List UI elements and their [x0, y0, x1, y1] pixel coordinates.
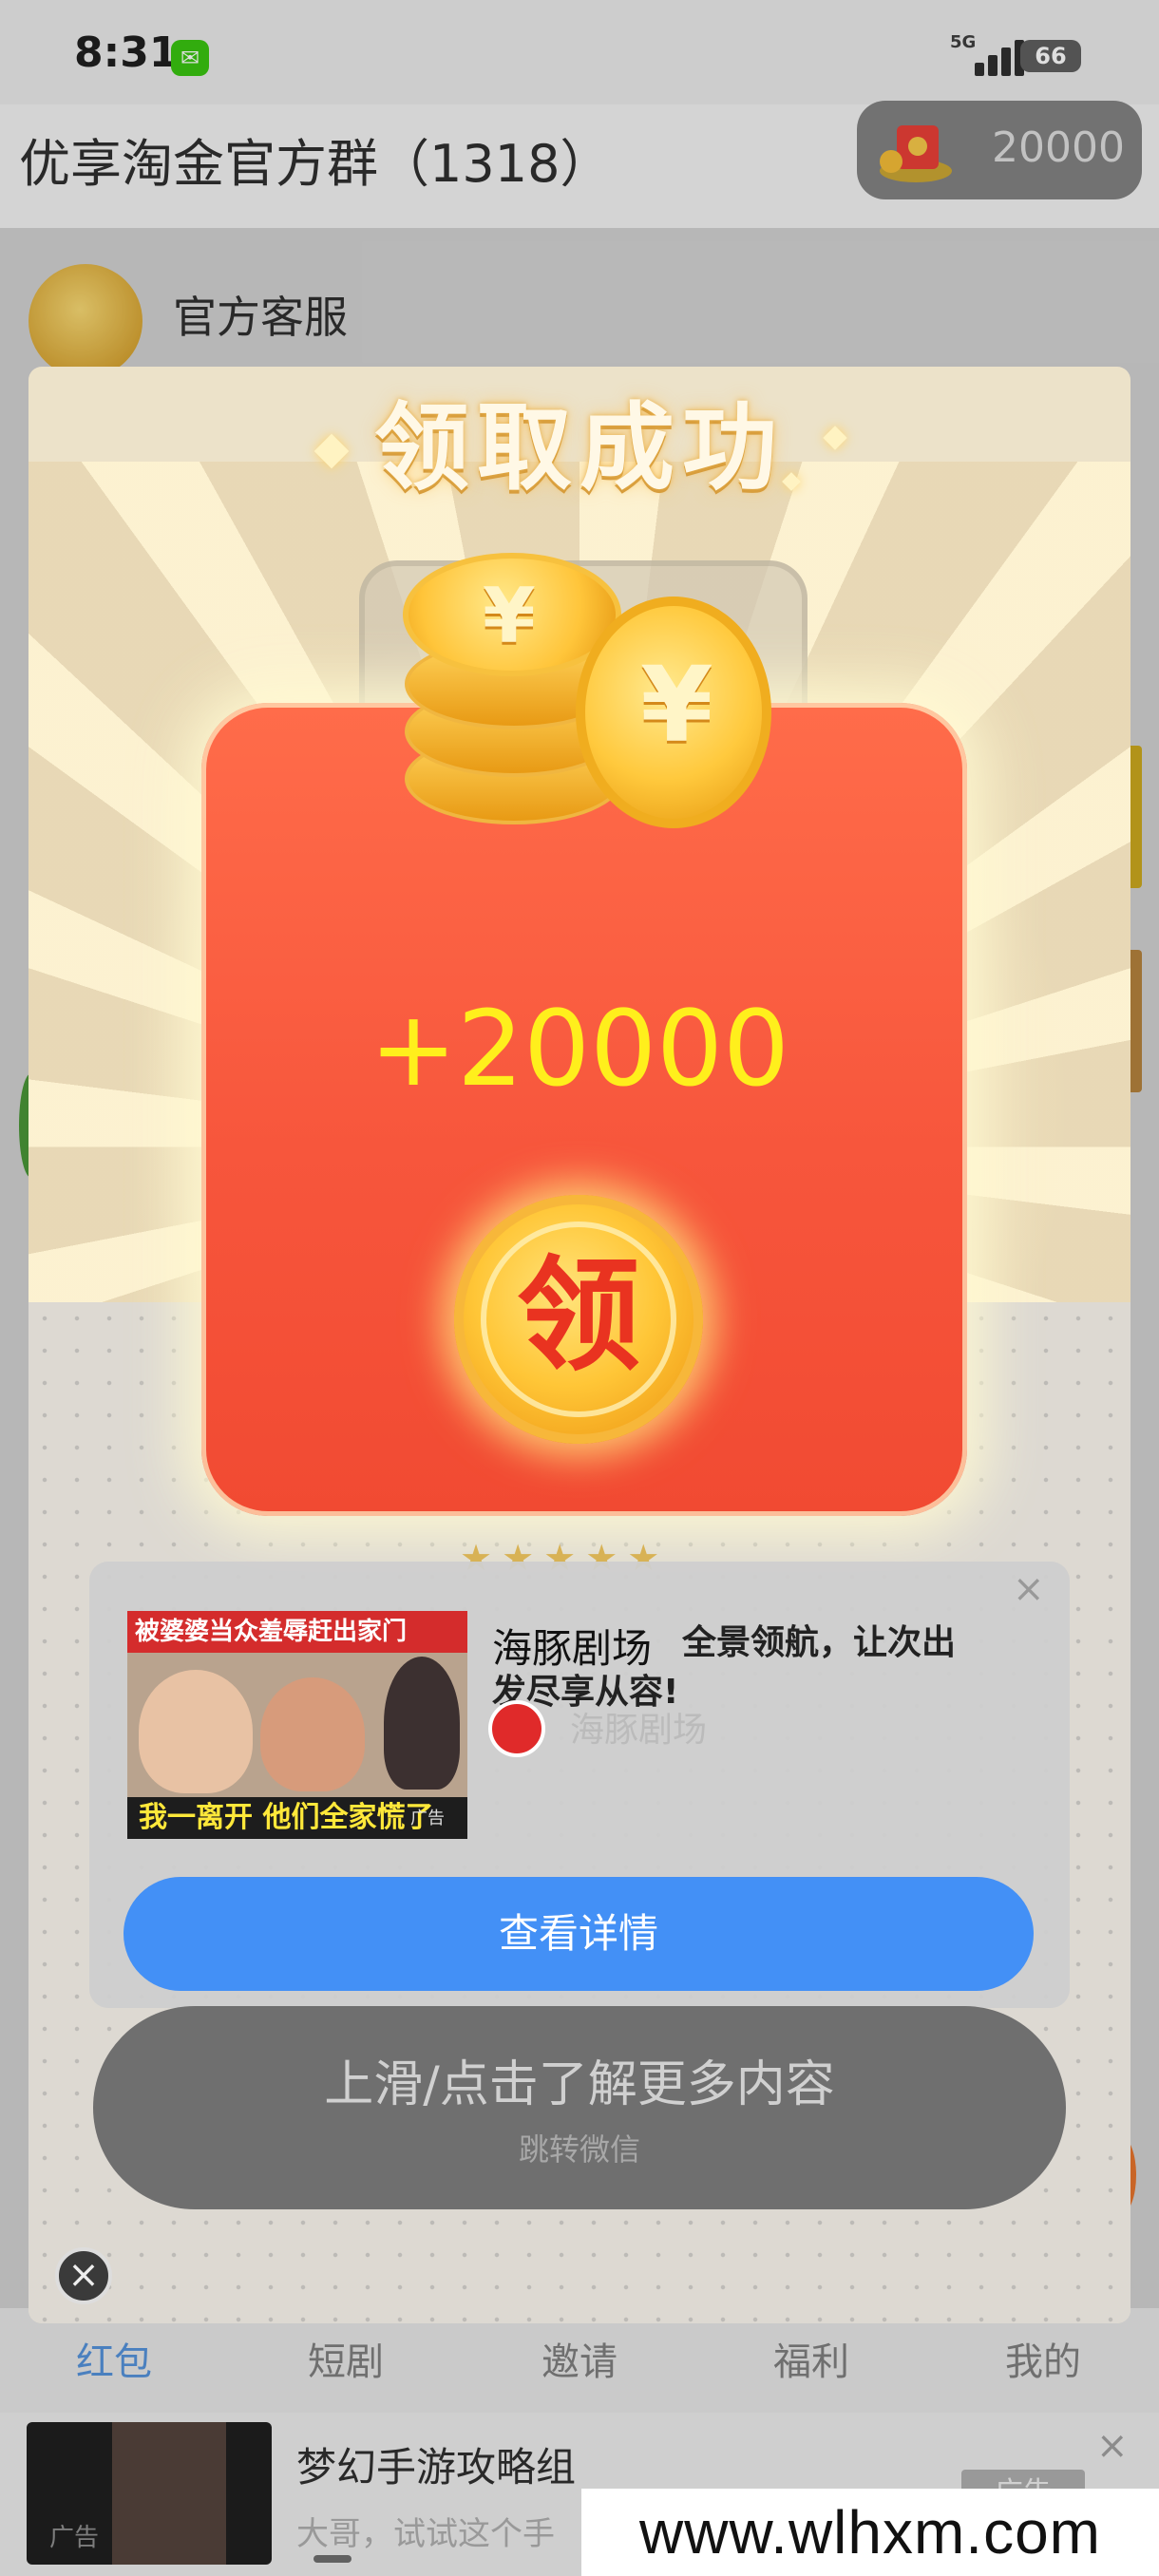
- watermark: www.wlhxm.com: [581, 2489, 1159, 2576]
- claim-button[interactable]: 领: [454, 1195, 703, 1444]
- swipe-prompt-button[interactable]: 上滑/点击了解更多内容 跳转微信: [93, 2006, 1066, 2209]
- ad-brand: 海豚剧场: [492, 1625, 653, 1672]
- close-icon[interactable]: ×: [55, 2247, 112, 2304]
- claim-button-label: 领: [516, 1243, 640, 1388]
- ad-logo-name: 海豚剧场: [570, 1711, 708, 1750]
- thumbnail-headline: 被婆婆当众羞辱赶出家门: [127, 1611, 467, 1653]
- ad-thumbnail[interactable]: 被婆婆当众羞辱赶出家门 我一离开 他们全家慌了 广告: [127, 1611, 467, 1839]
- swipe-prompt-main: 上滑/点击了解更多内容: [324, 2056, 835, 2113]
- success-title: 领取成功: [374, 392, 785, 503]
- close-icon[interactable]: ×: [1013, 1567, 1045, 1611]
- ad-mark: 广告: [410, 1809, 445, 1828]
- swipe-prompt-sub: 跳转微信: [518, 2131, 640, 2168]
- reward-amount: +20000: [369, 988, 790, 1109]
- brand-logo-icon: [488, 1700, 545, 1757]
- ad-card[interactable]: × 被婆婆当众羞辱赶出家门 我一离开 他们全家慌了 广告 全景领航，让次出发尽享…: [89, 1562, 1070, 2008]
- view-details-button[interactable]: 查看详情: [124, 1877, 1034, 1991]
- coin-stack-icon: ¥ ¥: [391, 553, 790, 847]
